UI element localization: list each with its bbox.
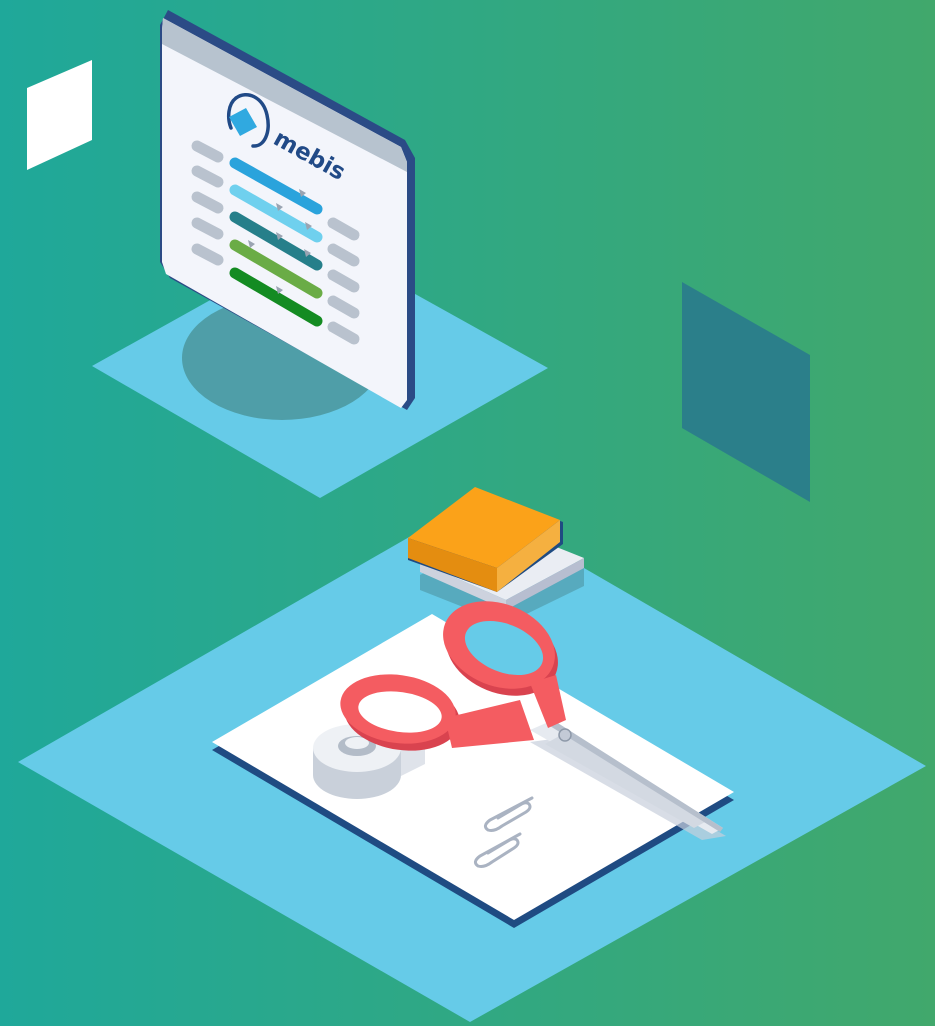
illustration: mebis	[0, 0, 935, 1026]
illustration-stage: mebis	[0, 0, 935, 1026]
scissors-pivot	[558, 728, 572, 742]
